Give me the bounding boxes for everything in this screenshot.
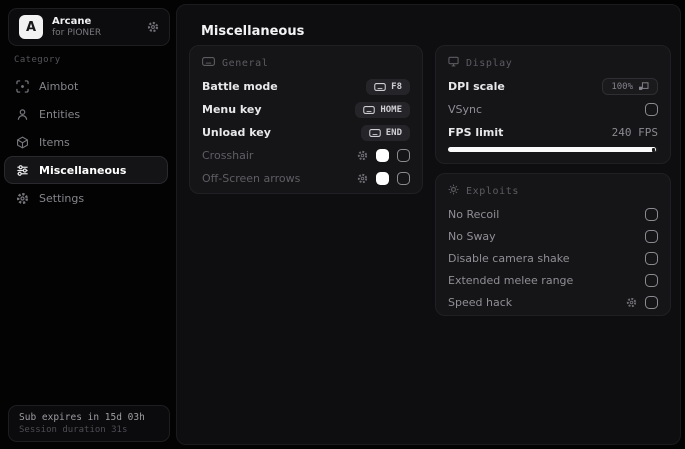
dpi-scale-label: DPI scale bbox=[448, 80, 505, 93]
gear-icon[interactable] bbox=[626, 297, 637, 308]
app-title-block: Arcane for PIONER bbox=[52, 16, 101, 39]
session-duration-text: Session duration 31s bbox=[19, 425, 128, 435]
exploits-panel: Exploits No Recoil No Sway Disable camer… bbox=[435, 173, 671, 316]
keyboard-icon bbox=[368, 128, 381, 137]
no-sway-checkbox[interactable] bbox=[645, 229, 658, 243]
menu-key-row: Menu key HOME bbox=[202, 98, 410, 121]
exploits-panel-header: Exploits bbox=[448, 182, 658, 200]
sidebar-item-settings[interactable]: Settings bbox=[4, 184, 168, 212]
app-logo: A bbox=[19, 15, 43, 39]
app-subtitle: for PIONER bbox=[52, 27, 102, 38]
offscreen-arrows-row: Off-Screen arrows bbox=[202, 167, 410, 190]
extended-melee-range-row: Extended melee range bbox=[448, 269, 658, 291]
sidebar-nav: Aimbot Entities Items Miscellaneous Sett… bbox=[4, 72, 168, 212]
unload-key-label: Unload key bbox=[202, 126, 271, 139]
gear-icon[interactable] bbox=[357, 150, 368, 161]
crosshair-color-swatch[interactable] bbox=[376, 149, 389, 162]
crosshair-row: Crosshair bbox=[202, 144, 410, 167]
cube-icon bbox=[16, 135, 29, 149]
disable-camera-shake-row: Disable camera shake bbox=[448, 247, 658, 269]
sidebar-item-label: Aimbot bbox=[39, 79, 79, 93]
general-panel-header: General bbox=[202, 54, 410, 72]
scale-icon bbox=[639, 82, 649, 90]
offscreen-arrows-color-swatch[interactable] bbox=[376, 172, 389, 185]
menu-key-keybind[interactable]: HOME bbox=[355, 101, 410, 118]
sidebar-item-label: Items bbox=[39, 135, 70, 149]
general-panel-title: General bbox=[222, 57, 269, 69]
page-title: Miscellaneous bbox=[201, 24, 305, 39]
speed-hack-label: Speed hack bbox=[448, 295, 513, 309]
display-panel-title: Display bbox=[466, 57, 513, 69]
crosshair-label: Crosshair bbox=[202, 149, 254, 162]
app-name: Arcane bbox=[52, 15, 92, 27]
display-panel-header: Display bbox=[448, 54, 658, 72]
offscreen-arrows-label: Off-Screen arrows bbox=[202, 172, 301, 185]
dpi-scale-row: DPI scale 100% bbox=[448, 75, 658, 98]
disable-camera-shake-checkbox[interactable] bbox=[645, 251, 658, 265]
keyboard-icon bbox=[202, 57, 215, 69]
keyboard-icon bbox=[363, 105, 376, 114]
disable-camera-shake-label: Disable camera shake bbox=[448, 251, 570, 265]
vsync-row: VSync bbox=[448, 98, 658, 121]
extended-melee-range-label: Extended melee range bbox=[448, 273, 574, 287]
no-sway-row: No Sway bbox=[448, 225, 658, 247]
battle-mode-row: Battle mode F8 bbox=[202, 75, 410, 98]
app-header-card: A Arcane for PIONER bbox=[8, 8, 170, 46]
hazard-icon bbox=[448, 184, 459, 198]
gear-icon[interactable] bbox=[357, 173, 368, 184]
sidebar-item-items[interactable]: Items bbox=[4, 128, 168, 156]
crosshair-checkbox[interactable] bbox=[397, 149, 410, 162]
menu-key-label: Menu key bbox=[202, 103, 262, 116]
sidebar-item-label: Entities bbox=[39, 107, 81, 121]
fps-limit-slider-handle[interactable] bbox=[651, 148, 655, 152]
sidebar-item-entities[interactable]: Entities bbox=[4, 100, 168, 128]
vsync-checkbox[interactable] bbox=[645, 103, 658, 116]
no-recoil-row: No Recoil bbox=[448, 203, 658, 225]
sidebar-item-label: Miscellaneous bbox=[39, 163, 127, 177]
display-panel: Display DPI scale 100% VSync FPS limit 2… bbox=[435, 45, 671, 164]
speed-hack-row: Speed hack bbox=[448, 291, 658, 313]
sidebar-item-label: Settings bbox=[39, 191, 85, 205]
offscreen-arrows-checkbox[interactable] bbox=[397, 172, 410, 185]
sidebar-item-aimbot[interactable]: Aimbot bbox=[4, 72, 168, 100]
dpi-scale-select[interactable]: 100% bbox=[602, 78, 658, 95]
fps-limit-slider[interactable] bbox=[448, 147, 658, 152]
speed-hack-checkbox[interactable] bbox=[645, 295, 658, 309]
arcane-window: A Arcane for PIONER Category Aimbot Enti… bbox=[0, 0, 685, 449]
exploits-panel-title: Exploits bbox=[466, 185, 519, 197]
fps-limit-row: FPS limit 240 FPS bbox=[448, 121, 658, 144]
fps-limit-value: 240 FPS bbox=[611, 126, 658, 139]
person-icon bbox=[16, 108, 29, 121]
subscription-info-card: Sub expires in 15d 03h Session duration … bbox=[8, 405, 170, 442]
gear-icon[interactable] bbox=[147, 21, 159, 33]
battle-mode-label: Battle mode bbox=[202, 80, 278, 93]
extended-melee-range-checkbox[interactable] bbox=[645, 273, 658, 287]
unload-key-row: Unload key END bbox=[202, 121, 410, 144]
fps-limit-slider-fill bbox=[448, 147, 656, 152]
general-panel: General Battle mode F8 Menu key HOME Unl… bbox=[189, 45, 423, 194]
main-content: Miscellaneous General Battle mode F8 Men… bbox=[176, 4, 681, 445]
gear-icon bbox=[16, 192, 29, 205]
battle-mode-keybind[interactable]: F8 bbox=[366, 78, 410, 95]
sub-expires-text: Sub expires in 15d 03h bbox=[19, 412, 145, 423]
keyboard-icon bbox=[374, 82, 386, 91]
vsync-label: VSync bbox=[448, 103, 483, 116]
sliders-icon bbox=[16, 164, 29, 177]
crosshair-scan-icon bbox=[16, 79, 29, 93]
sidebar: A Arcane for PIONER Category Aimbot Enti… bbox=[0, 0, 172, 449]
unload-key-keybind[interactable]: END bbox=[360, 124, 410, 141]
sidebar-item-miscellaneous[interactable]: Miscellaneous bbox=[4, 156, 168, 184]
category-label: Category bbox=[14, 55, 61, 65]
fps-limit-label: FPS limit bbox=[448, 126, 504, 139]
no-recoil-label: No Recoil bbox=[448, 207, 500, 221]
monitor-icon bbox=[448, 56, 459, 70]
no-recoil-checkbox[interactable] bbox=[645, 207, 658, 221]
no-sway-label: No Sway bbox=[448, 229, 496, 243]
